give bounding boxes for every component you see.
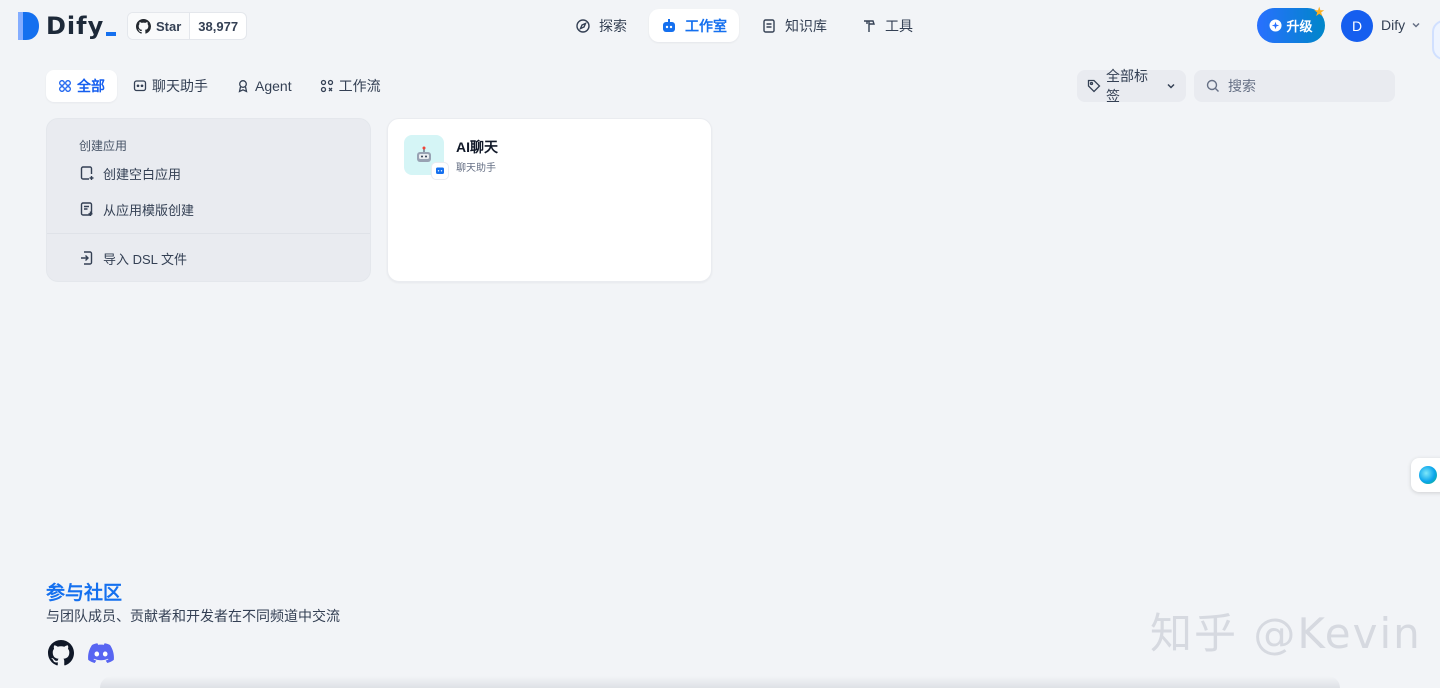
chat-icon [133, 79, 147, 93]
template-icon [79, 201, 95, 217]
nav-tools-label: 工具 [885, 17, 913, 34]
import-dsl-button[interactable]: 导入 DSL 文件 [79, 246, 187, 270]
create-blank-app-label: 创建空白应用 [103, 166, 182, 182]
upgrade-label: 升级 [1286, 19, 1313, 34]
nav-explore-label: 探索 [599, 17, 627, 34]
sparkle-icon [1269, 19, 1283, 32]
assistant-orb-icon [1419, 466, 1437, 484]
star-decoration-icon: ★ [1313, 4, 1325, 19]
robot-icon [661, 18, 677, 34]
discord-icon[interactable] [88, 643, 114, 663]
watermark-text: 知乎 @Kevin [1150, 609, 1422, 658]
floating-assistant-button[interactable] [1411, 458, 1440, 492]
workflow-icon [320, 79, 334, 93]
tab-all-label: 全部 [77, 78, 105, 94]
app-card[interactable]: AI聊天 聊天助手 [387, 118, 712, 282]
user-menu[interactable]: Dify [1381, 17, 1421, 33]
create-from-template-label: 从应用模版创建 [103, 202, 195, 218]
create-from-template-button[interactable]: 从应用模版创建 [79, 197, 194, 221]
tab-chat[interactable]: 聊天助手 [121, 70, 220, 102]
github-icon [136, 18, 151, 34]
file-plus-icon [79, 165, 95, 181]
community-links [48, 640, 114, 666]
create-blank-app-button[interactable]: 创建空白应用 [79, 161, 181, 185]
explore-icon [575, 18, 591, 34]
chevron-down-icon [1411, 20, 1421, 30]
nav-tools[interactable]: 工具 [849, 9, 925, 42]
logo-text: Dify [46, 12, 117, 40]
import-dsl-label: 导入 DSL 文件 [103, 251, 188, 267]
grid-icon [58, 79, 72, 93]
chevron-down-icon [1166, 81, 1176, 91]
tab-agent-label: Agent [255, 78, 292, 94]
tab-all[interactable]: 全部 [46, 70, 117, 102]
tab-agent[interactable]: Agent [224, 70, 304, 102]
file-import-icon [79, 250, 95, 266]
nav-knowledge[interactable]: 知识库 [749, 9, 839, 42]
app-type-tabs: 全部 聊天助手 Agent 工作流 [46, 70, 393, 102]
avatar[interactable]: D [1341, 10, 1373, 42]
agent-icon [236, 79, 250, 93]
search-icon [1206, 79, 1220, 93]
nav-studio[interactable]: 工作室 [649, 9, 739, 42]
chat-type-badge [432, 163, 448, 179]
community-title: 参与社区 [46, 583, 123, 604]
github-star-count: 38,977 [198, 18, 239, 34]
tab-workflow[interactable]: 工作流 [308, 70, 393, 102]
search-box[interactable] [1194, 70, 1395, 102]
create-app-title: 创建应用 [79, 139, 128, 153]
tab-chat-label: 聊天助手 [152, 78, 208, 94]
top-header: Dify Star 38,977 探索 工作室 知识库 工具 升级 ★ D Di… [0, 0, 1440, 60]
tag-filter-label: 全部标签 [1106, 68, 1148, 104]
github-star-widget[interactable]: Star 38,977 [127, 12, 248, 40]
hammer-icon [861, 18, 877, 34]
robot-emoji-icon [414, 145, 434, 165]
github-star-button[interactable]: Star [128, 13, 191, 39]
tag-filter-dropdown[interactable]: 全部标签 [1077, 68, 1186, 104]
community-description: 与团队成员、贡献者和开发者在不同频道中交流 [46, 608, 340, 624]
bottom-bar-shadow [100, 676, 1340, 688]
create-app-card: 创建应用 创建空白应用 从应用模版创建 导入 DSL 文件 [46, 118, 371, 282]
tag-icon [1087, 79, 1101, 93]
nav-explore[interactable]: 探索 [563, 9, 639, 42]
upgrade-button[interactable]: 升级 ★ [1257, 4, 1325, 43]
dify-logo[interactable]: Dify [16, 10, 117, 42]
side-widget[interactable] [1432, 20, 1440, 60]
book-icon [761, 18, 777, 34]
user-name: Dify [1381, 17, 1406, 33]
dify-logo-icon [16, 11, 40, 41]
divider [47, 233, 370, 234]
github-icon[interactable] [48, 640, 74, 666]
nav-studio-label: 工作室 [685, 17, 727, 34]
main-nav: 探索 工作室 知识库 工具 [563, 9, 925, 42]
tab-workflow-label: 工作流 [338, 78, 381, 94]
search-input[interactable] [1228, 78, 1388, 94]
github-star-label: Star [156, 18, 182, 34]
nav-knowledge-label: 知识库 [785, 17, 827, 34]
app-type: 聊天助手 [456, 163, 496, 174]
app-name: AI聊天 [456, 139, 498, 155]
